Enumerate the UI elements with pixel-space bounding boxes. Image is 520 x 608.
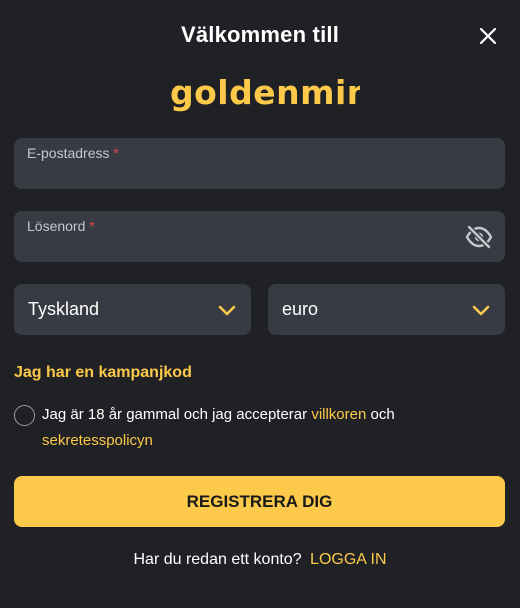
login-question: Har du redan ett konto? xyxy=(133,551,302,568)
consent-text: Jag är 18 år gammal och jag accepterar v… xyxy=(42,406,395,449)
chevron-down-icon xyxy=(218,305,236,316)
chevron-down-icon xyxy=(472,305,490,316)
login-prompt: Har du redan ett konto? LOGGA IN xyxy=(0,551,520,569)
email-field[interactable]: E-postadress * xyxy=(14,138,505,189)
eye-slash-icon[interactable] xyxy=(465,224,493,250)
brand-logo: goldenmina xyxy=(0,64,520,114)
goldenmina-logo: goldenmina xyxy=(170,73,360,112)
password-input[interactable] xyxy=(14,211,505,262)
age-terms-checkbox[interactable] xyxy=(14,405,35,426)
privacy-policy-link[interactable]: sekretesspolicyn xyxy=(42,432,153,449)
promo-code-link[interactable]: Jag har en kampanjkod xyxy=(14,364,192,382)
email-input[interactable] xyxy=(14,138,505,189)
password-field[interactable]: Lösenord * xyxy=(14,211,505,262)
currency-select[interactable]: euro xyxy=(268,284,505,335)
country-select[interactable]: Tyskland xyxy=(14,284,251,335)
consent-row: Jag är 18 år gammal och jag accepterar v… xyxy=(14,404,494,454)
register-button[interactable]: REGISTRERA DIG xyxy=(14,476,505,527)
close-icon[interactable] xyxy=(476,24,500,48)
currency-value: euro xyxy=(282,299,319,319)
country-value: Tyskland xyxy=(28,299,100,319)
toggle-password-visibility-button[interactable] xyxy=(465,224,493,250)
modal-title: Välkommen till xyxy=(180,22,340,47)
login-link[interactable]: LOGGA IN xyxy=(310,551,386,568)
svg-text:goldenmina: goldenmina xyxy=(170,73,360,112)
terms-link[interactable]: villkoren xyxy=(311,406,366,423)
close-button[interactable] xyxy=(476,24,500,48)
